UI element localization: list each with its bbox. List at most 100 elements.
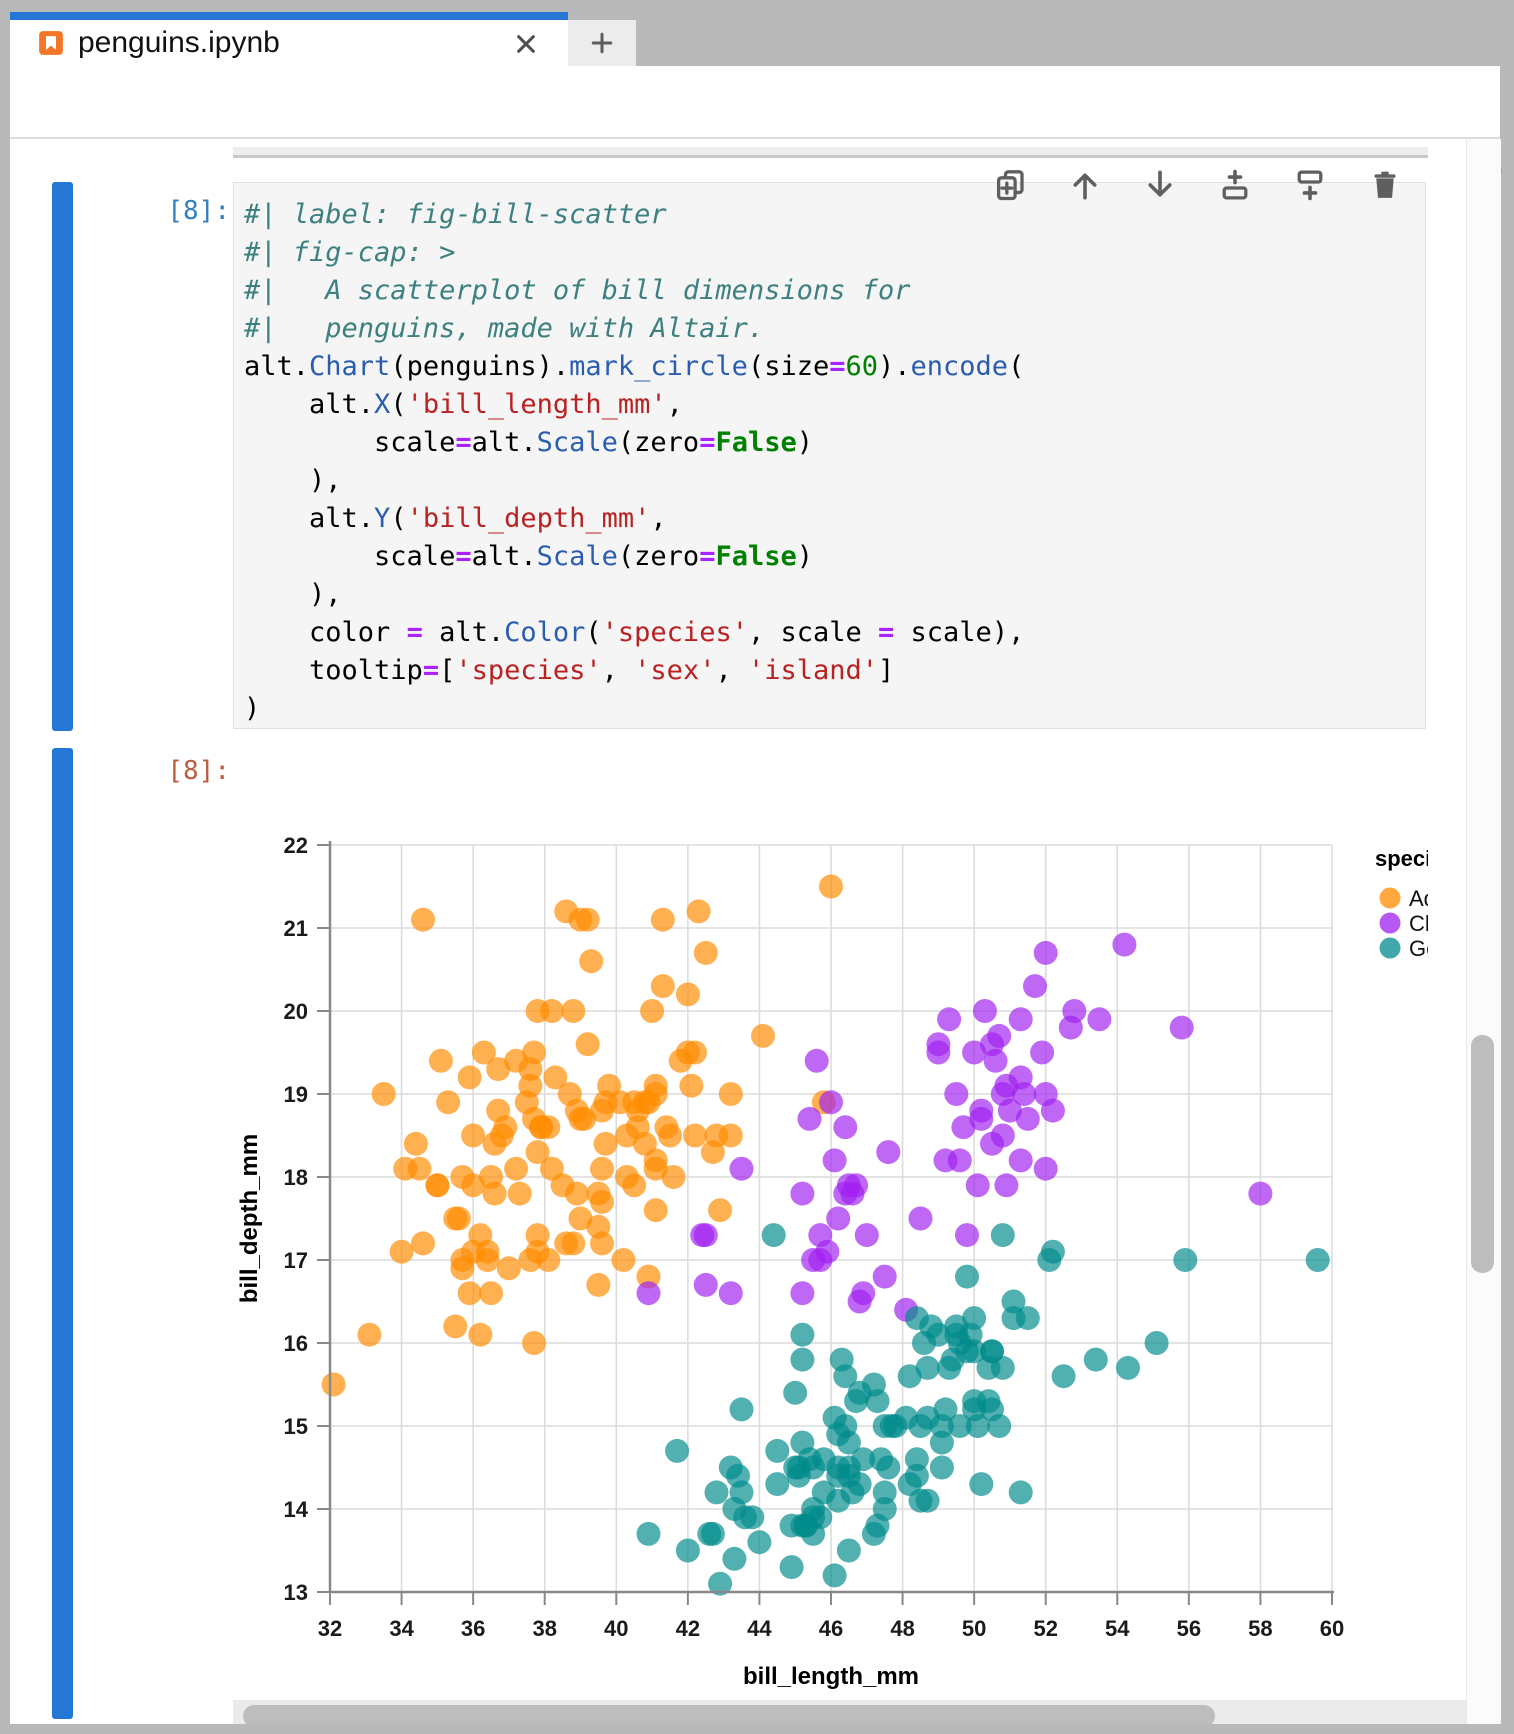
legend-label: Gentoo (1409, 936, 1428, 961)
point-gentoo (1084, 1348, 1108, 1372)
svg-text:18: 18 (284, 1165, 308, 1190)
point-chinstrap (790, 1281, 814, 1305)
point-gentoo (851, 1447, 875, 1471)
code-line: ) (244, 690, 1425, 728)
point-gentoo (848, 1472, 872, 1496)
point-chinstrap (823, 1148, 847, 1172)
horizontal-scrollbar-thumb[interactable] (243, 1705, 1215, 1724)
output-collapser[interactable] (52, 748, 73, 1719)
point-adelie (590, 1190, 614, 1214)
point-gentoo (780, 1514, 804, 1538)
point-gentoo (722, 1547, 746, 1571)
insert-above-button[interactable] (1217, 167, 1253, 203)
code-line: #| penguins, made with Altair. (244, 310, 1425, 348)
point-gentoo (991, 1223, 1015, 1247)
point-adelie (586, 1273, 610, 1297)
point-adelie (479, 1281, 503, 1305)
point-adelie (701, 1140, 725, 1164)
point-adelie (522, 1041, 546, 1065)
insert-below-icon (1292, 167, 1328, 203)
point-adelie (622, 1173, 646, 1197)
point-gentoo (873, 1414, 897, 1438)
point-adelie (447, 1207, 471, 1231)
move-up-button[interactable] (1067, 167, 1103, 203)
scatter-chart-output: 3234363840424446485052545658601314151617… (233, 748, 1428, 1708)
point-adelie (651, 974, 675, 998)
point-gentoo (676, 1539, 700, 1563)
legend-title: species (1375, 846, 1428, 871)
point-adelie (526, 1223, 550, 1247)
point-adelie (490, 1124, 514, 1148)
svg-text:22: 22 (284, 833, 308, 858)
code-line: tooltip=['species', 'sex', 'island'] (244, 652, 1425, 690)
point-adelie (751, 1024, 775, 1048)
input-collapser[interactable] (52, 182, 73, 731)
insert-below-button[interactable] (1292, 167, 1328, 203)
tab-penguins-ipynb[interactable]: penguins.ipynb (10, 20, 568, 66)
code-editor[interactable]: #| label: fig-bill-scatter#| fig-cap: >#… (233, 182, 1426, 729)
legend-label: Chinstrap (1409, 911, 1428, 936)
tab-title: penguins.ipynb (78, 26, 280, 60)
close-tab-icon[interactable] (510, 28, 542, 60)
duplicate-cell-button[interactable] (992, 167, 1028, 203)
code-line: scale=alt.Scale(zero=False) (244, 538, 1425, 576)
move-up-icon (1067, 167, 1103, 203)
point-gentoo (833, 1364, 857, 1388)
code-line: alt.Chart(penguins).mark_circle(size=60)… (244, 348, 1425, 386)
point-adelie (719, 1082, 743, 1106)
svg-text:54: 54 (1105, 1616, 1130, 1641)
point-chinstrap (1009, 1148, 1033, 1172)
point-adelie (569, 1107, 593, 1131)
point-chinstrap (637, 1281, 661, 1305)
code-line: ), (244, 576, 1425, 614)
point-chinstrap (991, 1082, 1015, 1106)
svg-text:40: 40 (604, 1616, 628, 1641)
point-gentoo (701, 1522, 725, 1546)
point-chinstrap (798, 1107, 822, 1131)
move-down-button[interactable] (1142, 167, 1178, 203)
notebook-icon (36, 28, 66, 58)
svg-text:17: 17 (284, 1248, 308, 1273)
legend-label: Adelie (1409, 886, 1428, 911)
point-gentoo (955, 1265, 979, 1289)
point-adelie (390, 1240, 414, 1264)
svg-text:52: 52 (1033, 1616, 1057, 1641)
code-line: #| fig-cap: > (244, 234, 1425, 272)
point-adelie (679, 1074, 703, 1098)
point-gentoo (765, 1472, 789, 1496)
point-chinstrap (948, 1148, 972, 1172)
point-gentoo (1173, 1248, 1197, 1272)
point-gentoo (980, 1397, 1004, 1421)
point-adelie (644, 1198, 668, 1222)
point-adelie (458, 1281, 482, 1305)
point-adelie (676, 982, 700, 1006)
point-adelie (651, 908, 675, 932)
vertical-scrollbar-thumb[interactable] (1471, 1035, 1494, 1273)
point-gentoo (726, 1464, 750, 1488)
point-chinstrap (966, 1173, 990, 1197)
vertical-scrollbar[interactable] (1466, 139, 1501, 1724)
point-adelie (543, 1065, 567, 1089)
point-adelie (372, 1082, 396, 1106)
point-gentoo (919, 1314, 943, 1338)
input-prompt: [8]: (90, 196, 230, 226)
point-adelie (408, 1157, 432, 1181)
point-adelie (658, 1124, 682, 1148)
point-chinstrap (805, 1049, 829, 1073)
point-gentoo (1009, 1480, 1033, 1504)
point-chinstrap (848, 1290, 872, 1314)
point-adelie (708, 1198, 732, 1222)
point-gentoo (837, 1539, 861, 1563)
point-gentoo (862, 1522, 886, 1546)
svg-text:19: 19 (284, 1082, 308, 1107)
point-gentoo (977, 1356, 1001, 1380)
point-adelie (576, 1032, 600, 1056)
point-chinstrap (1112, 933, 1136, 957)
point-gentoo (862, 1373, 886, 1397)
point-gentoo (730, 1397, 754, 1421)
svg-text:44: 44 (747, 1616, 772, 1641)
point-gentoo (894, 1406, 918, 1430)
delete-cell-button[interactable] (1367, 167, 1403, 203)
new-tab-button[interactable] (568, 20, 636, 66)
point-chinstrap (909, 1207, 933, 1231)
